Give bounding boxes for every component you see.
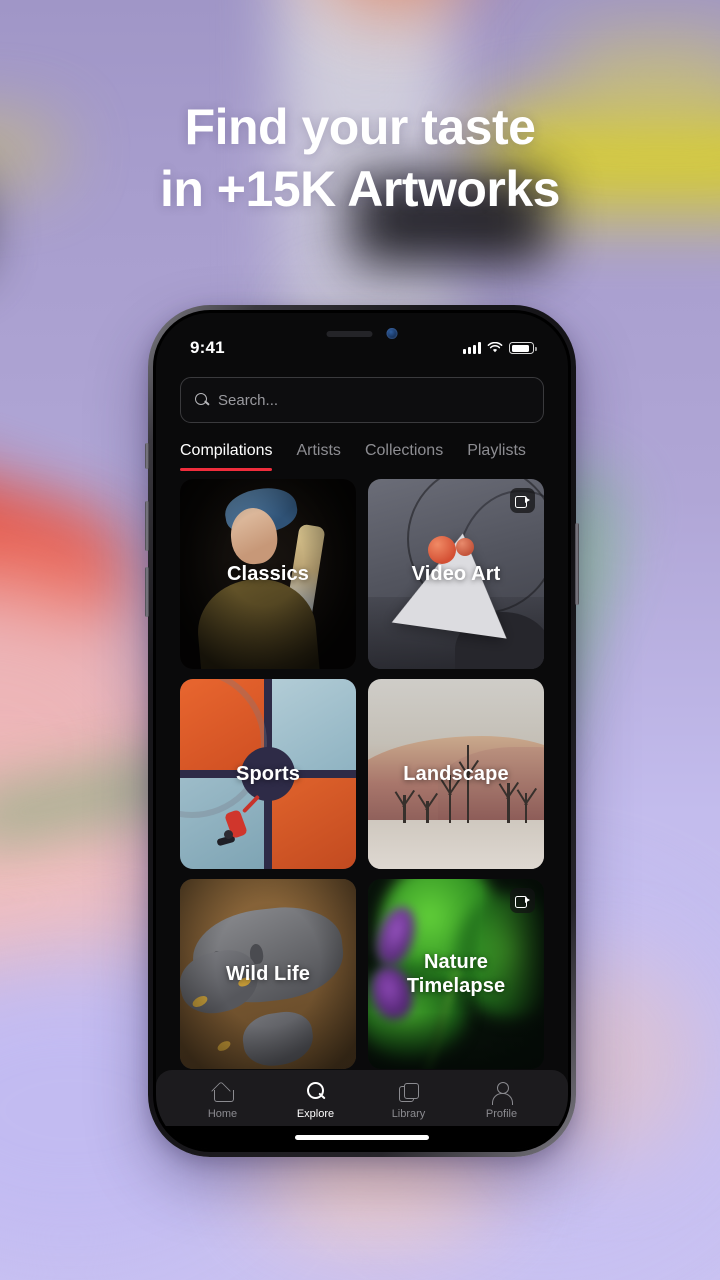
search-bar[interactable]: Search...	[180, 377, 544, 423]
compilations-grid: Classics Video Art Sports Landscape Wild…	[156, 471, 568, 1069]
card-video-art[interactable]: Video Art	[368, 479, 544, 669]
volume-down-button[interactable]	[145, 567, 149, 617]
volume-up-button[interactable]	[145, 501, 149, 551]
person-icon	[491, 1081, 513, 1105]
category-tabs: Compilations Artists Collections Playlis…	[156, 423, 568, 471]
video-camera-icon	[515, 495, 530, 508]
card-sports[interactable]: Sports	[180, 679, 356, 869]
video-badge	[510, 488, 535, 513]
nav-item-explore[interactable]: Explore	[269, 1081, 362, 1120]
status-indicators	[463, 342, 537, 354]
nav-item-home[interactable]: Home	[176, 1081, 269, 1120]
search-input[interactable]: Search...	[218, 392, 278, 409]
home-icon	[212, 1081, 234, 1103]
tab-playlists[interactable]: Playlists	[467, 442, 526, 471]
dynamic-island	[326, 328, 398, 339]
search-section: Search...	[156, 369, 568, 423]
front-camera-icon	[386, 328, 398, 339]
home-indicator-area	[156, 1126, 568, 1149]
nav-label: Library	[391, 1108, 426, 1120]
status-time: 9:41	[190, 338, 225, 357]
status-bar: 9:41	[156, 313, 568, 369]
cellular-signal-icon	[463, 342, 481, 354]
phone-bezel: 9:41 Search... Compilations Artists Coll…	[153, 310, 571, 1152]
promo-headline: Find your taste in +15K Artworks	[0, 96, 720, 220]
tab-compilations[interactable]: Compilations	[180, 442, 273, 471]
home-indicator[interactable]	[295, 1135, 429, 1140]
phone-screen: 9:41 Search... Compilations Artists Coll…	[156, 313, 568, 1149]
nav-label: Explore	[296, 1108, 335, 1120]
card-title-line-1: Nature	[424, 951, 488, 973]
card-nature-timelapse[interactable]: Nature Timelapse	[368, 879, 544, 1069]
video-badge	[510, 888, 535, 913]
nav-label: Home	[207, 1108, 238, 1120]
search-icon	[195, 393, 209, 407]
headline-line-1: Find your taste	[184, 99, 536, 155]
nav-item-profile[interactable]: Profile	[455, 1081, 548, 1120]
card-title: Video Art	[411, 563, 501, 585]
card-landscape[interactable]: Landscape	[368, 679, 544, 869]
card-title-line-2: Timelapse	[406, 975, 506, 997]
wifi-icon	[487, 342, 503, 353]
tab-artists[interactable]: Artists	[296, 442, 340, 471]
card-title: Sports	[236, 763, 300, 785]
nav-item-library[interactable]: Library	[362, 1081, 455, 1120]
nav-label: Profile	[485, 1108, 518, 1120]
card-title: Nature Timelapse	[368, 950, 544, 998]
library-stack-icon	[398, 1081, 420, 1103]
card-classics[interactable]: Classics	[180, 479, 356, 669]
tab-collections[interactable]: Collections	[365, 442, 443, 471]
power-button[interactable]	[575, 523, 579, 605]
battery-icon	[509, 342, 537, 354]
card-title: Landscape	[403, 763, 509, 785]
earpiece-speaker	[326, 330, 373, 337]
search-icon	[305, 1081, 327, 1103]
silent-switch[interactable]	[145, 443, 149, 469]
card-title: Wild Life	[225, 963, 311, 985]
phone-mockup: 9:41 Search... Compilations Artists Coll…	[145, 305, 579, 1157]
promo-screenshot: Find your taste in +15K Artworks 9:41 Se…	[0, 0, 720, 1280]
card-title: Classics	[227, 563, 309, 585]
bottom-navigation: Home Explore Library Profile	[156, 1070, 568, 1149]
card-wild-life[interactable]: Wild Life	[180, 879, 356, 1069]
headline-line-2: in +15K Artworks	[159, 161, 561, 217]
video-camera-icon	[515, 895, 530, 908]
